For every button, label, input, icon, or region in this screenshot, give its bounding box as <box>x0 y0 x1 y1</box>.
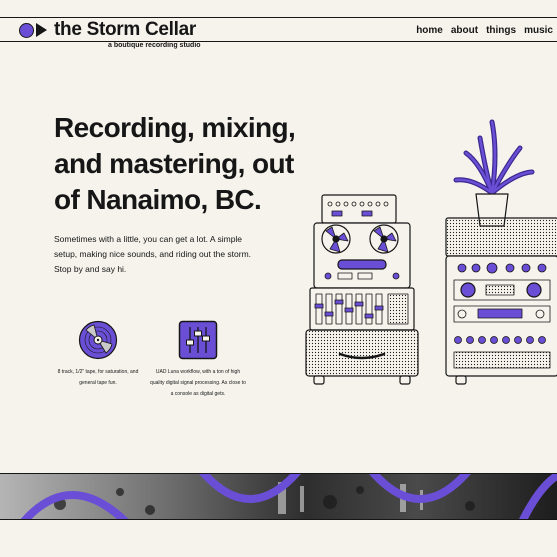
brand-tagline: a boutique recording studio <box>108 42 201 49</box>
record-dot-icon <box>19 22 34 38</box>
main-nav: home about things music <box>416 19 553 41</box>
studio-photo-banner <box>0 473 557 520</box>
brand-logo-link[interactable]: the Storm Cellar <box>19 19 196 41</box>
feature-luna-text: UAD Luna workflow, with a ton of high qu… <box>150 369 246 397</box>
tape-reel-icon <box>78 320 118 360</box>
feature-tape: 8 track, 1/2" tape, for saturation, and … <box>50 320 146 389</box>
studio-gear-illustration <box>305 119 557 385</box>
header-divider <box>0 41 557 42</box>
feature-tape-text: 8 track, 1/2" tape, for saturation, and … <box>57 369 139 386</box>
nav-things[interactable]: things <box>486 25 516 36</box>
nav-about[interactable]: about <box>451 25 478 36</box>
hero-description: Sometimes with a little, you can get a l… <box>54 234 252 274</box>
mixer-faders-icon <box>178 320 218 360</box>
hero-title: Recording, mixing, and mastering, out of… <box>54 112 296 215</box>
nav-home[interactable]: home <box>416 25 443 36</box>
feature-luna: UAD Luna workflow, with a ton of high qu… <box>150 320 246 400</box>
play-triangle-icon <box>36 23 47 37</box>
console-photo-image <box>0 474 557 519</box>
nav-music[interactable]: music <box>524 25 553 36</box>
brand-name: the Storm Cellar <box>54 19 196 40</box>
header-top-rule <box>0 17 557 18</box>
